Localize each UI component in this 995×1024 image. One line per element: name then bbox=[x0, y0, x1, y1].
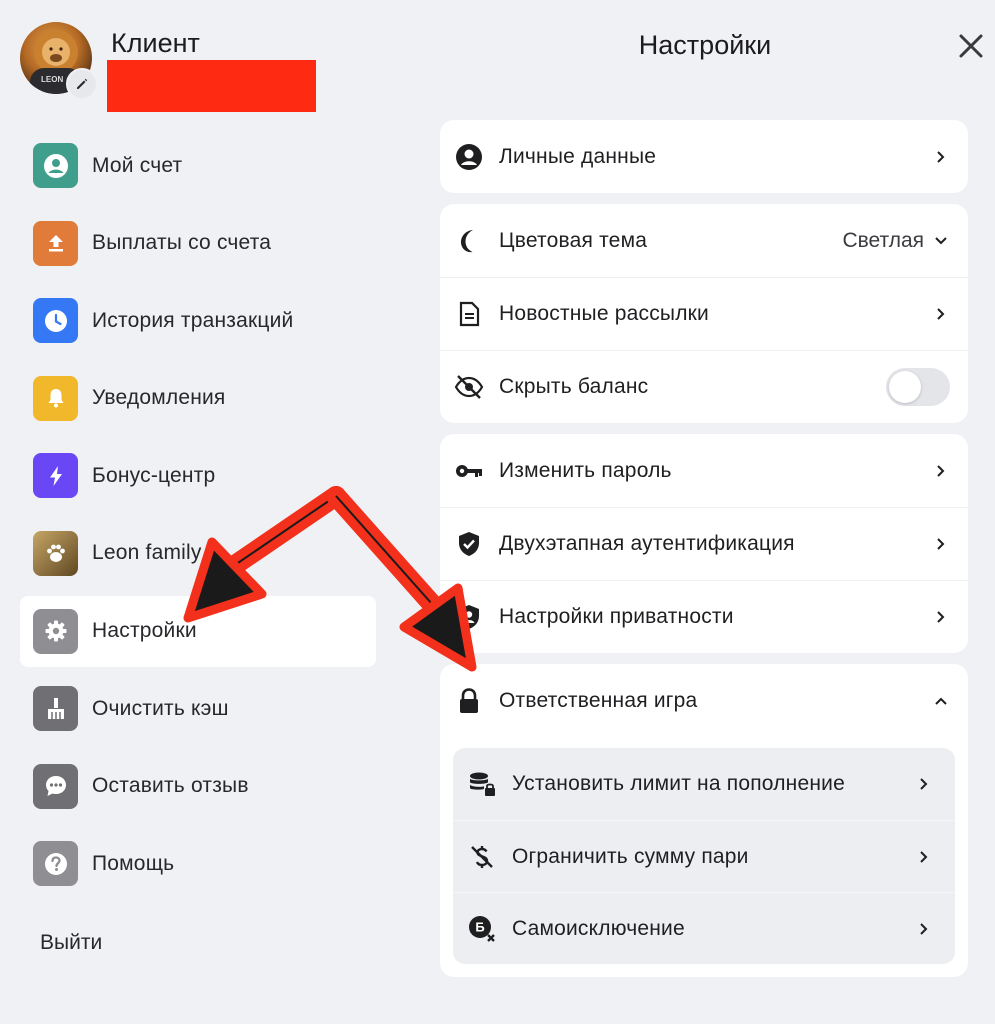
settings-card-personal: Личные данные bbox=[440, 120, 968, 193]
responsible-gaming-header[interactable]: Ответственная игра bbox=[440, 664, 968, 737]
pencil-icon bbox=[77, 78, 88, 89]
theme-value[interactable]: Светлая bbox=[842, 229, 924, 253]
personal-data-label: Личные данные bbox=[499, 144, 657, 168]
settings-card-display: Цветовая тема Светлая Новостные рассылки… bbox=[440, 204, 968, 423]
sidebar-item-clear-cache[interactable]: Очистить кэш bbox=[20, 673, 376, 744]
sidebar-item-notifications[interactable]: Уведомления bbox=[20, 363, 376, 434]
shield-check-icon bbox=[454, 529, 484, 559]
person-circle-icon bbox=[454, 142, 484, 172]
chevron-right-icon bbox=[934, 150, 948, 164]
toggle-knob bbox=[889, 371, 921, 403]
withdraw-icon bbox=[33, 220, 78, 266]
lock-icon bbox=[454, 686, 484, 716]
personal-data-row[interactable]: Личные данные bbox=[440, 120, 968, 193]
deposit-limit-row[interactable]: Установить лимит на пополнение bbox=[453, 748, 955, 820]
two-factor-row[interactable]: Двухэтапная аутентификация bbox=[440, 507, 968, 580]
page-title: Настройки bbox=[638, 30, 772, 60]
help-icon bbox=[33, 841, 78, 887]
bet-limit-label: Ограничить сумму пари bbox=[512, 844, 749, 868]
chat-icon bbox=[33, 763, 78, 809]
sidebar-item-leon-family[interactable]: Leon family bbox=[20, 518, 376, 589]
lightning-icon bbox=[33, 453, 78, 499]
sidebar-item-label: Leon family bbox=[92, 541, 202, 565]
chevron-right-icon bbox=[917, 850, 931, 864]
sidebar-item-label: Выплаты со счета bbox=[92, 231, 272, 255]
chevron-right-icon bbox=[934, 537, 948, 551]
sidebar-item-my-account[interactable]: Мой счет bbox=[20, 130, 376, 201]
hide-balance-row: Скрыть баланс bbox=[440, 350, 968, 423]
sidebar-item-label: Оставить отзыв bbox=[92, 774, 249, 798]
paw-icon bbox=[33, 530, 78, 576]
deposit-limit-label: Установить лимит на пополнение bbox=[512, 772, 845, 795]
avatar-brand-text: LEON bbox=[41, 75, 64, 84]
bet-limit-row[interactable]: Ограничить сумму пари bbox=[453, 820, 955, 892]
responsible-gaming-label: Ответственная игра bbox=[499, 688, 698, 712]
responsible-gaming-options: Установить лимит на пополнение Ограничит… bbox=[453, 748, 955, 964]
redacted-account-id bbox=[107, 60, 316, 112]
hide-balance-toggle[interactable] bbox=[886, 368, 950, 406]
bell-icon bbox=[33, 375, 78, 421]
hide-balance-label: Скрыть баланс bbox=[499, 375, 649, 398]
close-button[interactable] bbox=[955, 30, 987, 62]
chevron-right-icon bbox=[934, 307, 948, 321]
self-exclusion-icon: Б bbox=[467, 914, 497, 944]
settings-card-security: Изменить пароль Двухэтапная аутентификац… bbox=[440, 434, 968, 653]
sidebar-item-withdrawals[interactable]: Выплаты со счета bbox=[20, 208, 376, 279]
change-password-row[interactable]: Изменить пароль bbox=[440, 434, 968, 507]
chevron-down-icon bbox=[934, 234, 948, 248]
sidebar-item-label: Бонус-центр bbox=[92, 463, 216, 487]
sidebar-item-label: История транзакций bbox=[92, 308, 294, 332]
sidebar-item-label: Очистить кэш bbox=[92, 696, 229, 720]
gear-icon bbox=[33, 608, 78, 654]
sidebar-item-feedback[interactable]: Оставить отзыв bbox=[20, 751, 376, 822]
account-icon bbox=[33, 143, 78, 188]
chevron-right-icon bbox=[917, 922, 931, 936]
edit-avatar-button[interactable] bbox=[66, 68, 98, 100]
clock-icon bbox=[33, 298, 78, 344]
broom-icon bbox=[33, 686, 78, 732]
newsletter-label: Новостные рассылки bbox=[499, 302, 709, 325]
sidebar-item-bonus-center[interactable]: Бонус-центр bbox=[20, 440, 376, 511]
sidebar-item-settings[interactable]: Настройки bbox=[20, 595, 376, 667]
chevron-right-icon bbox=[917, 777, 931, 791]
privacy-label: Настройки приватности bbox=[499, 605, 734, 628]
change-password-label: Изменить пароль bbox=[499, 458, 672, 482]
document-icon bbox=[454, 299, 484, 329]
sidebar-item-label: Мой счет bbox=[92, 153, 183, 177]
self-exclusion-label: Самоисключение bbox=[512, 916, 685, 940]
logout-link[interactable]: Выйти bbox=[40, 931, 102, 955]
close-icon bbox=[959, 34, 983, 58]
newsletter-row[interactable]: Новостные рассылки bbox=[440, 277, 968, 350]
self-exclusion-row[interactable]: Б Самоисключение bbox=[453, 892, 955, 964]
eye-off-icon bbox=[454, 372, 484, 402]
privacy-row[interactable]: Настройки приватности bbox=[440, 580, 968, 653]
chevron-right-icon bbox=[934, 464, 948, 478]
chevron-up-icon bbox=[934, 694, 948, 708]
sidebar-menu: Мой счет Выплаты со счета История транза… bbox=[20, 130, 376, 906]
sidebar-item-help[interactable]: Помощь bbox=[20, 828, 376, 899]
key-icon bbox=[454, 456, 484, 486]
client-name: Клиент bbox=[111, 28, 200, 58]
sidebar-item-transactions[interactable]: История транзакций bbox=[20, 285, 376, 356]
moon-icon bbox=[454, 226, 484, 256]
no-dollar-icon bbox=[467, 842, 497, 872]
chevron-right-icon bbox=[934, 610, 948, 624]
sidebar-item-label: Помощь bbox=[92, 851, 175, 875]
shield-user-icon bbox=[454, 602, 484, 632]
sidebar-item-label: Настройки bbox=[92, 619, 197, 643]
theme-label: Цветовая тема bbox=[499, 228, 648, 252]
coins-lock-icon bbox=[467, 769, 497, 799]
svg-text:Б: Б bbox=[475, 919, 484, 934]
theme-row[interactable]: Цветовая тема Светлая bbox=[440, 204, 968, 277]
sidebar-item-label: Уведомления bbox=[92, 386, 226, 410]
two-factor-label: Двухэтапная аутентификация bbox=[499, 532, 795, 555]
